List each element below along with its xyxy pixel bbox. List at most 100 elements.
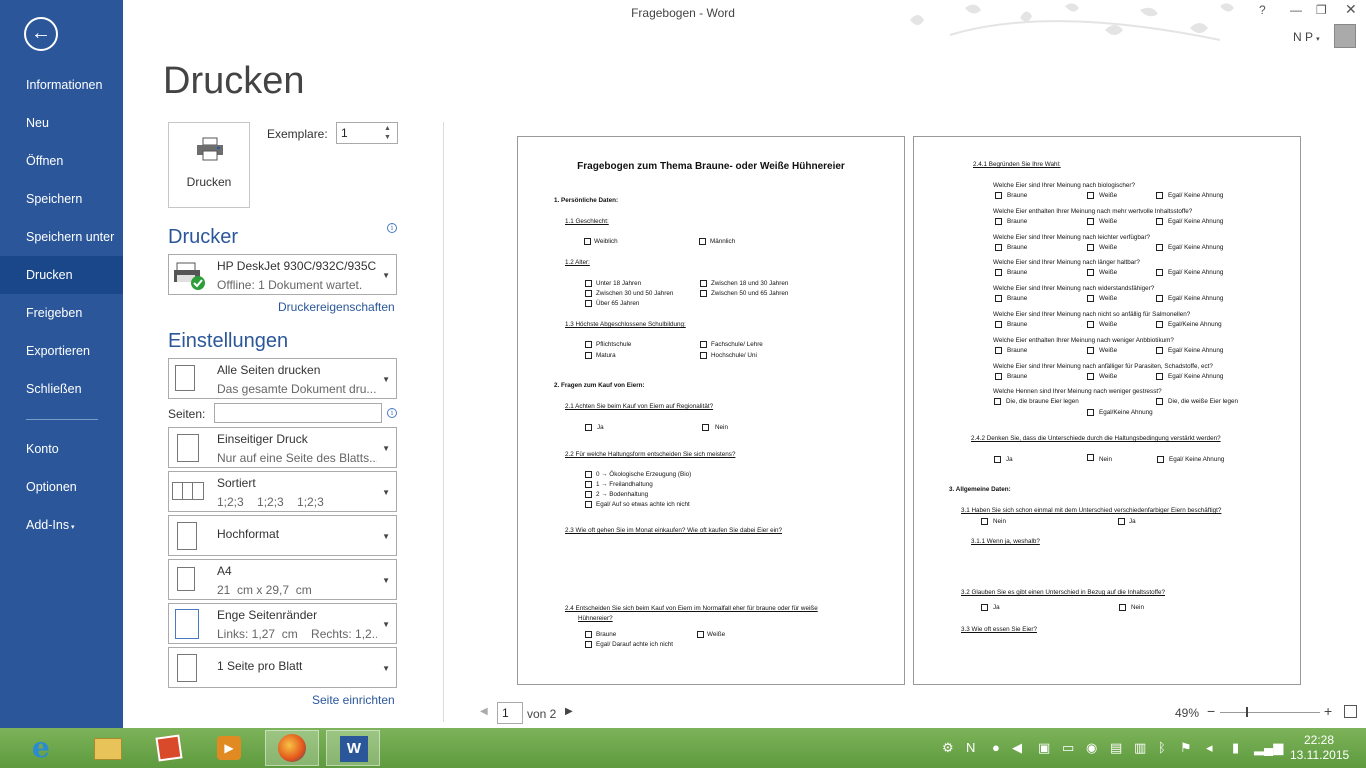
rating-question: Welche Eier sind Ihrer Meinung nach nich… [993, 311, 1191, 318]
opt-b2: Fachschule/ Lehre [711, 341, 763, 348]
preview-page-1: Fragebogen zum Thema Braune- oder Weiße … [517, 136, 905, 685]
preview-page-2: 2.4.1 Begründen Sie Ihre Wahl: Welche Ei… [913, 136, 1301, 685]
paper-size-dropdown[interactable]: A4 21 cm x 29,7 cm ▼ [168, 559, 397, 600]
print-button[interactable]: Drucken [168, 122, 250, 208]
speaker-tray-icon[interactable]: ◀ [1012, 740, 1022, 756]
nav-speichern-unter[interactable]: Speichern unter [0, 218, 123, 256]
flag-icon[interactable]: ⚑ [1180, 740, 1192, 756]
opt-egal: Egal/ Keine Ahnung [1168, 295, 1224, 303]
checkbox [700, 341, 707, 348]
spin-up-icon[interactable]: ▲ [384, 124, 391, 133]
print-range-dropdown[interactable]: Alle Seiten drucken Das gesamte Dokument… [168, 358, 397, 399]
help-icon[interactable]: ? [1259, 3, 1266, 17]
camera-tray-icon[interactable]: ▣ [1038, 740, 1050, 756]
rating-question: Welche Eier sind Ihrer Meinung nach leic… [993, 233, 1151, 241]
pages-per-sheet-dropdown[interactable]: 1 Seite pro Blatt ▼ [168, 647, 397, 688]
zoom-in-icon[interactable]: + [1324, 703, 1332, 719]
user-name[interactable]: N P ▾ [1293, 30, 1320, 44]
battery-icon[interactable]: ▮ [1232, 740, 1239, 756]
system-clock[interactable]: 22:28 13.11.2015 [1290, 733, 1350, 763]
nav-oeffnen[interactable]: Öffnen [0, 142, 123, 180]
media-icon[interactable] [143, 730, 197, 766]
restore-icon[interactable]: ❐ [1316, 3, 1327, 17]
nav-informationen[interactable]: Informationen [0, 66, 123, 104]
device-tray-icon[interactable]: ▥ [1134, 740, 1146, 756]
page-setup-link[interactable]: Seite einrichten [312, 693, 395, 707]
nav-konto[interactable]: Konto [0, 430, 123, 468]
printer-properties-link[interactable]: Druckereigenschaften [278, 300, 395, 314]
opt-nein: Nein [1131, 604, 1144, 611]
app-tray-icon[interactable]: ◉ [1086, 740, 1097, 756]
opt-weisse: Weiße [1099, 321, 1118, 328]
nav-drucken[interactable]: Drucken [0, 256, 123, 294]
previous-page-icon[interactable]: ◀ [480, 706, 488, 717]
avatar[interactable] [1334, 24, 1356, 48]
pages-input[interactable] [214, 403, 382, 423]
video-player-icon[interactable]: ▶ [203, 730, 257, 766]
page2-q33: 3.3 Wie oft essen Sie Eier? [961, 626, 1037, 633]
opt-b4: Hochschule/ Uni [711, 352, 757, 359]
nav-neu[interactable]: Neu [0, 104, 123, 142]
zoom-slider-thumb[interactable] [1246, 707, 1248, 717]
checkbox [1087, 295, 1094, 303]
margins-title: Enge Seitenränder [217, 608, 318, 622]
nav-divider [26, 419, 98, 420]
nav-optionen[interactable]: Optionen [0, 468, 123, 506]
onenote-tray-icon[interactable]: N [966, 740, 975, 755]
network-settings-icon[interactable]: ⚙ [942, 740, 954, 756]
page-number-input[interactable]: 1 [497, 702, 523, 724]
internet-explorer-icon[interactable]: e [20, 730, 74, 766]
display-tray-icon[interactable]: ▭ [1062, 740, 1074, 756]
leaf-decoration [910, 3, 1234, 41]
bluetooth-icon[interactable]: ᛒ [1158, 740, 1166, 755]
duplex-dropdown[interactable]: Einseitiger Druck Nur auf eine Seite des… [168, 427, 397, 468]
firefox-icon[interactable] [265, 730, 319, 766]
printer-section-heading: Drucker [168, 226, 239, 248]
next-page-icon[interactable]: ▶ [565, 706, 573, 717]
nav-exportieren[interactable]: Exportieren [0, 332, 123, 370]
opt-weisse: Weiße [707, 631, 726, 638]
status-tray-icon[interactable]: ● [992, 740, 1000, 755]
copies-spinner[interactable]: ▲ ▼ [384, 124, 391, 142]
print-button-label: Drucken [186, 175, 232, 189]
orientation-dropdown[interactable]: Hochformat ▼ [168, 515, 397, 556]
checkbox [585, 641, 592, 648]
word-icon[interactable]: W [326, 730, 380, 766]
signal-icon[interactable]: ▂▄▆ [1254, 740, 1283, 756]
printer-dropdown[interactable]: HP DeskJet 930C/932C/935C Offline: 1 Dok… [168, 254, 397, 295]
margins-dropdown[interactable]: Enge Seitenränder Links: 1,27 cm Rechts:… [168, 603, 397, 644]
zoom-out-icon[interactable]: − [1207, 703, 1215, 719]
minimize-icon[interactable]: — [1290, 3, 1302, 17]
back-arrow-icon[interactable]: ← [24, 17, 58, 51]
checkbox [981, 604, 988, 611]
checkbox [584, 238, 591, 245]
close-icon[interactable]: ✕ [1345, 1, 1357, 18]
rating-question: Welche Eier enthalten Ihrer Meinung nach… [993, 207, 1193, 215]
clock-date: 13.11.2015 [1290, 748, 1350, 762]
nav-add-ins[interactable]: Add-Ins ▾ [0, 506, 123, 544]
volume-icon[interactable]: ◂ [1206, 740, 1213, 756]
file-explorer-icon[interactable] [82, 730, 136, 766]
checkbox [700, 352, 707, 359]
chevron-down-icon: ▼ [382, 271, 390, 280]
info-icon[interactable]: i [387, 408, 397, 418]
zoom-to-page-icon[interactable] [1344, 705, 1357, 718]
spin-down-icon[interactable]: ▼ [384, 133, 391, 142]
nav-speichern[interactable]: Speichern [0, 180, 123, 218]
collate-dropdown[interactable]: Sortiert 1;2;3 1;2;3 1;2;3 ▼ [168, 471, 397, 512]
checkbox [1087, 454, 1094, 461]
page2-q32: 3.2 Glauben Sie es gibt einen Unterschie… [961, 589, 1165, 596]
checkbox [1087, 372, 1094, 380]
opt-hennen3: Egal/Keine Ahnung [1099, 409, 1153, 416]
checkbox [585, 471, 592, 478]
checkbox [995, 192, 1002, 199]
info-icon[interactable]: i [387, 223, 397, 233]
opt-egal: Egal/ Keine Ahnung [1168, 192, 1224, 199]
paper-size-icon [177, 567, 195, 591]
opt-h1: 1 → Freilandhaltung [596, 481, 653, 488]
nav-freigeben[interactable]: Freigeben [0, 294, 123, 332]
nav-schliessen[interactable]: Schließen [0, 370, 123, 408]
opt-braune: Braune [1007, 295, 1028, 303]
zoom-slider[interactable] [1220, 712, 1320, 713]
keyboard-tray-icon[interactable]: ▤ [1110, 740, 1122, 756]
